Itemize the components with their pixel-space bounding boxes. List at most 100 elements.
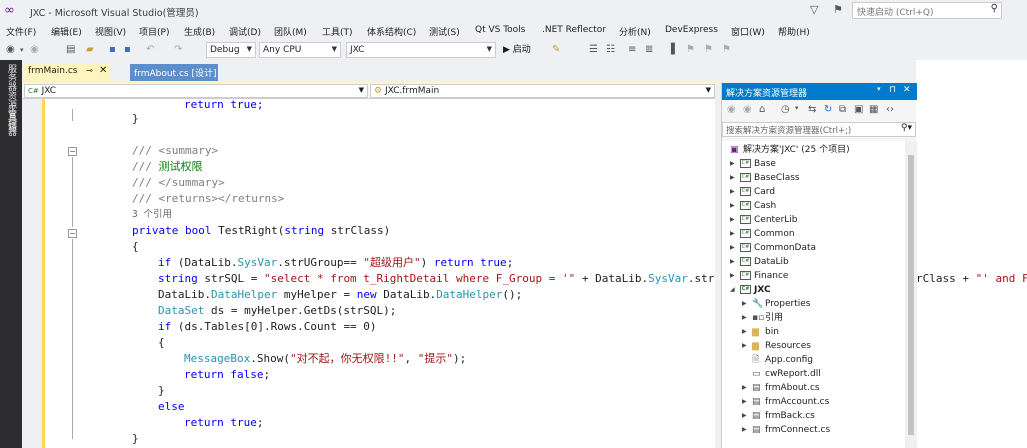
history-icon[interactable]: ◷ (781, 104, 790, 115)
redo-icon[interactable]: ↷ (174, 43, 182, 57)
menu-qt-vs-tools[interactable]: Qt VS Tools (475, 25, 525, 35)
uncomment-icon[interactable]: ≣ (645, 43, 653, 57)
expand-icon[interactable]: ▶ (730, 185, 740, 199)
tree-node-file[interactable]: ▭ cwReport.dll (742, 367, 821, 381)
tree-node-project[interactable]: ▶ C# Base (730, 157, 776, 171)
tab-frmmain[interactable]: frmMain.cs ⊸ ✕ (24, 64, 110, 81)
expand-icon[interactable]: ▶ (742, 409, 752, 423)
collapse-icon[interactable]: ◢ (730, 283, 740, 297)
tree-node-file[interactable]: 🗎 App.config (742, 353, 813, 367)
tree-node-project[interactable]: ▶ C# Cash (730, 199, 776, 213)
close-icon[interactable]: ✕ (99, 65, 107, 76)
tree-node-form[interactable]: ▶ ▤ frmAccount.cs (742, 395, 829, 409)
tree-node-folder[interactable]: ▶ ▆ Resources (742, 339, 811, 353)
menu-debug[interactable]: 调试(D) (229, 25, 261, 38)
tree-node-folder[interactable]: ▶ ▆ bin (742, 325, 779, 339)
expand-icon[interactable]: ▶ (742, 311, 752, 325)
expand-icon[interactable]: ▶ (742, 325, 752, 339)
project-nav-dropdown[interactable]: C# JXC ▼ (24, 84, 368, 98)
search-icon[interactable]: ⚲ (991, 3, 998, 14)
menu-tools[interactable]: 工具(T) (322, 25, 353, 38)
dropdown-icon[interactable]: ▾ (877, 85, 881, 93)
expand-icon[interactable]: ▶ (742, 381, 752, 395)
new-project-icon[interactable]: ▤ (66, 43, 75, 57)
forward-icon[interactable]: ◉ (30, 43, 39, 57)
next-bookmark-icon[interactable]: ⚑ (704, 43, 713, 57)
menu-build[interactable]: 生成(B) (184, 25, 215, 38)
scrollbar-thumb[interactable] (908, 155, 914, 435)
tree-node-project[interactable]: ▶ C# CenterLib (730, 213, 798, 227)
code-editor[interactable]: − − return true; } /// <summary> /// 测试权… (22, 99, 720, 448)
search-icon[interactable]: ⚲▾ (901, 123, 912, 133)
notification-filter-icon[interactable]: ▽ (810, 3, 818, 16)
tree-node-jxc[interactable]: ◢ C# JXC (730, 283, 771, 297)
expand-icon[interactable]: ▶ (742, 423, 752, 437)
home-icon[interactable]: ⌂ (759, 104, 765, 115)
platform-select[interactable]: Any CPU ▼ (259, 42, 341, 58)
menu-team[interactable]: 团队(M) (274, 25, 307, 38)
clear-bookmark-icon[interactable]: ⚑ (722, 43, 731, 57)
close-icon[interactable]: ✕ (903, 85, 911, 95)
solution-config-select[interactable]: Debug ▼ (206, 42, 256, 58)
expand-icon[interactable]: ▶ (742, 395, 752, 409)
tree-root[interactable]: ▣ 解决方案'JXC' (25 个项目) (730, 143, 850, 157)
pin-icon[interactable]: ⊸ (86, 66, 93, 75)
tree-node-references[interactable]: ▶ ▪▫引用 (742, 311, 783, 325)
auto-hide-icon[interactable]: ⊓ (889, 85, 896, 95)
back-dropdown-icon[interactable]: ▾ (20, 43, 24, 57)
reference-count-link[interactable]: 3 个引用 (132, 207, 172, 223)
properties-icon[interactable]: ▦ (869, 104, 878, 115)
expand-icon[interactable]: ▶ (730, 157, 740, 171)
menu-file[interactable]: 文件(F) (6, 25, 36, 38)
expand-icon[interactable]: ▶ (730, 199, 740, 213)
menu-edit[interactable]: 编辑(E) (51, 25, 82, 38)
expand-icon[interactable]: ▶ (730, 255, 740, 269)
show-all-files-icon[interactable]: ▣ (854, 104, 863, 115)
expand-icon[interactable]: ▶ (742, 339, 752, 353)
refresh-icon[interactable]: ↻ (824, 104, 832, 115)
expand-icon[interactable]: ▶ (730, 227, 740, 241)
view-code-icon[interactable]: ‹› (886, 104, 894, 115)
save-icon[interactable]: ▪ (109, 43, 116, 57)
tree-node-project[interactable]: ▶ C# CommonData (730, 241, 816, 255)
menu-window[interactable]: 窗口(W) (731, 25, 765, 38)
save-all-icon[interactable]: ▪ (124, 43, 131, 57)
align-2-icon[interactable]: ☷ (606, 43, 615, 57)
collapse-summary-icon[interactable]: − (68, 147, 77, 156)
tree-node-form[interactable]: ▶ ▤ frmConnect.cs (742, 423, 830, 437)
expand-icon[interactable]: ▶ (730, 213, 740, 227)
tree-node-form[interactable]: ▶ ▤ frmAbout.cs (742, 381, 820, 395)
tree-node-project[interactable]: ▶ C# DataLib (730, 255, 789, 269)
menu-view[interactable]: 视图(V) (95, 25, 126, 38)
find-icon[interactable]: ✎ (552, 43, 560, 57)
tree-node-project[interactable]: ▶ C# Finance (730, 269, 788, 283)
feedback-flag-icon[interactable]: ⚑ (833, 3, 843, 16)
startup-project-select[interactable]: JXC ▼ (346, 42, 496, 58)
align-icon[interactable]: ☰ (589, 43, 598, 57)
tree-node-project[interactable]: ▶ C# BaseClass (730, 171, 800, 185)
menu-project[interactable]: 项目(P) (139, 25, 169, 38)
chevron-down-icon[interactable]: ▾ (795, 104, 799, 112)
undo-icon[interactable]: ↶ (146, 43, 154, 57)
menu-devexpress[interactable]: DevExpress (665, 25, 718, 35)
forward-icon[interactable]: ◉ (743, 104, 752, 115)
expand-icon[interactable]: ▶ (742, 297, 752, 311)
start-button[interactable]: ▶ 启动 (503, 43, 531, 57)
tree-scrollbar[interactable] (905, 141, 917, 448)
menu-test[interactable]: 测试(S) (429, 25, 460, 38)
menu-net-reflector[interactable]: .NET Reflector (542, 25, 606, 35)
tab-frmabout-design[interactable]: frmAbout.cs [设计] (130, 64, 218, 81)
back-icon[interactable]: ◉ (727, 104, 736, 115)
expand-icon[interactable]: ▶ (730, 269, 740, 283)
collapse-all-icon[interactable]: ⧉ (839, 104, 846, 115)
expand-icon[interactable]: ▶ (730, 171, 740, 185)
tree-node-project[interactable]: ▶ C# Card (730, 185, 775, 199)
toolbox-tab[interactable]: 工具箱 (5, 104, 18, 131)
tree-node-properties[interactable]: ▶ 🔧 Properties (742, 297, 810, 311)
solution-search-input[interactable]: 搜索解决方案资源管理器(Ctrl+;) ⚲▾ (722, 122, 916, 137)
bookmark-icon[interactable]: ▐ (667, 43, 675, 57)
class-nav-dropdown[interactable]: ⚙ JXC.frmMain ▼ (370, 84, 715, 98)
tree-node-form[interactable]: ▶ ▤ frmBack.cs (742, 409, 815, 423)
expand-icon[interactable]: ▶ (730, 241, 740, 255)
open-file-icon[interactable]: ▰ (86, 43, 94, 57)
